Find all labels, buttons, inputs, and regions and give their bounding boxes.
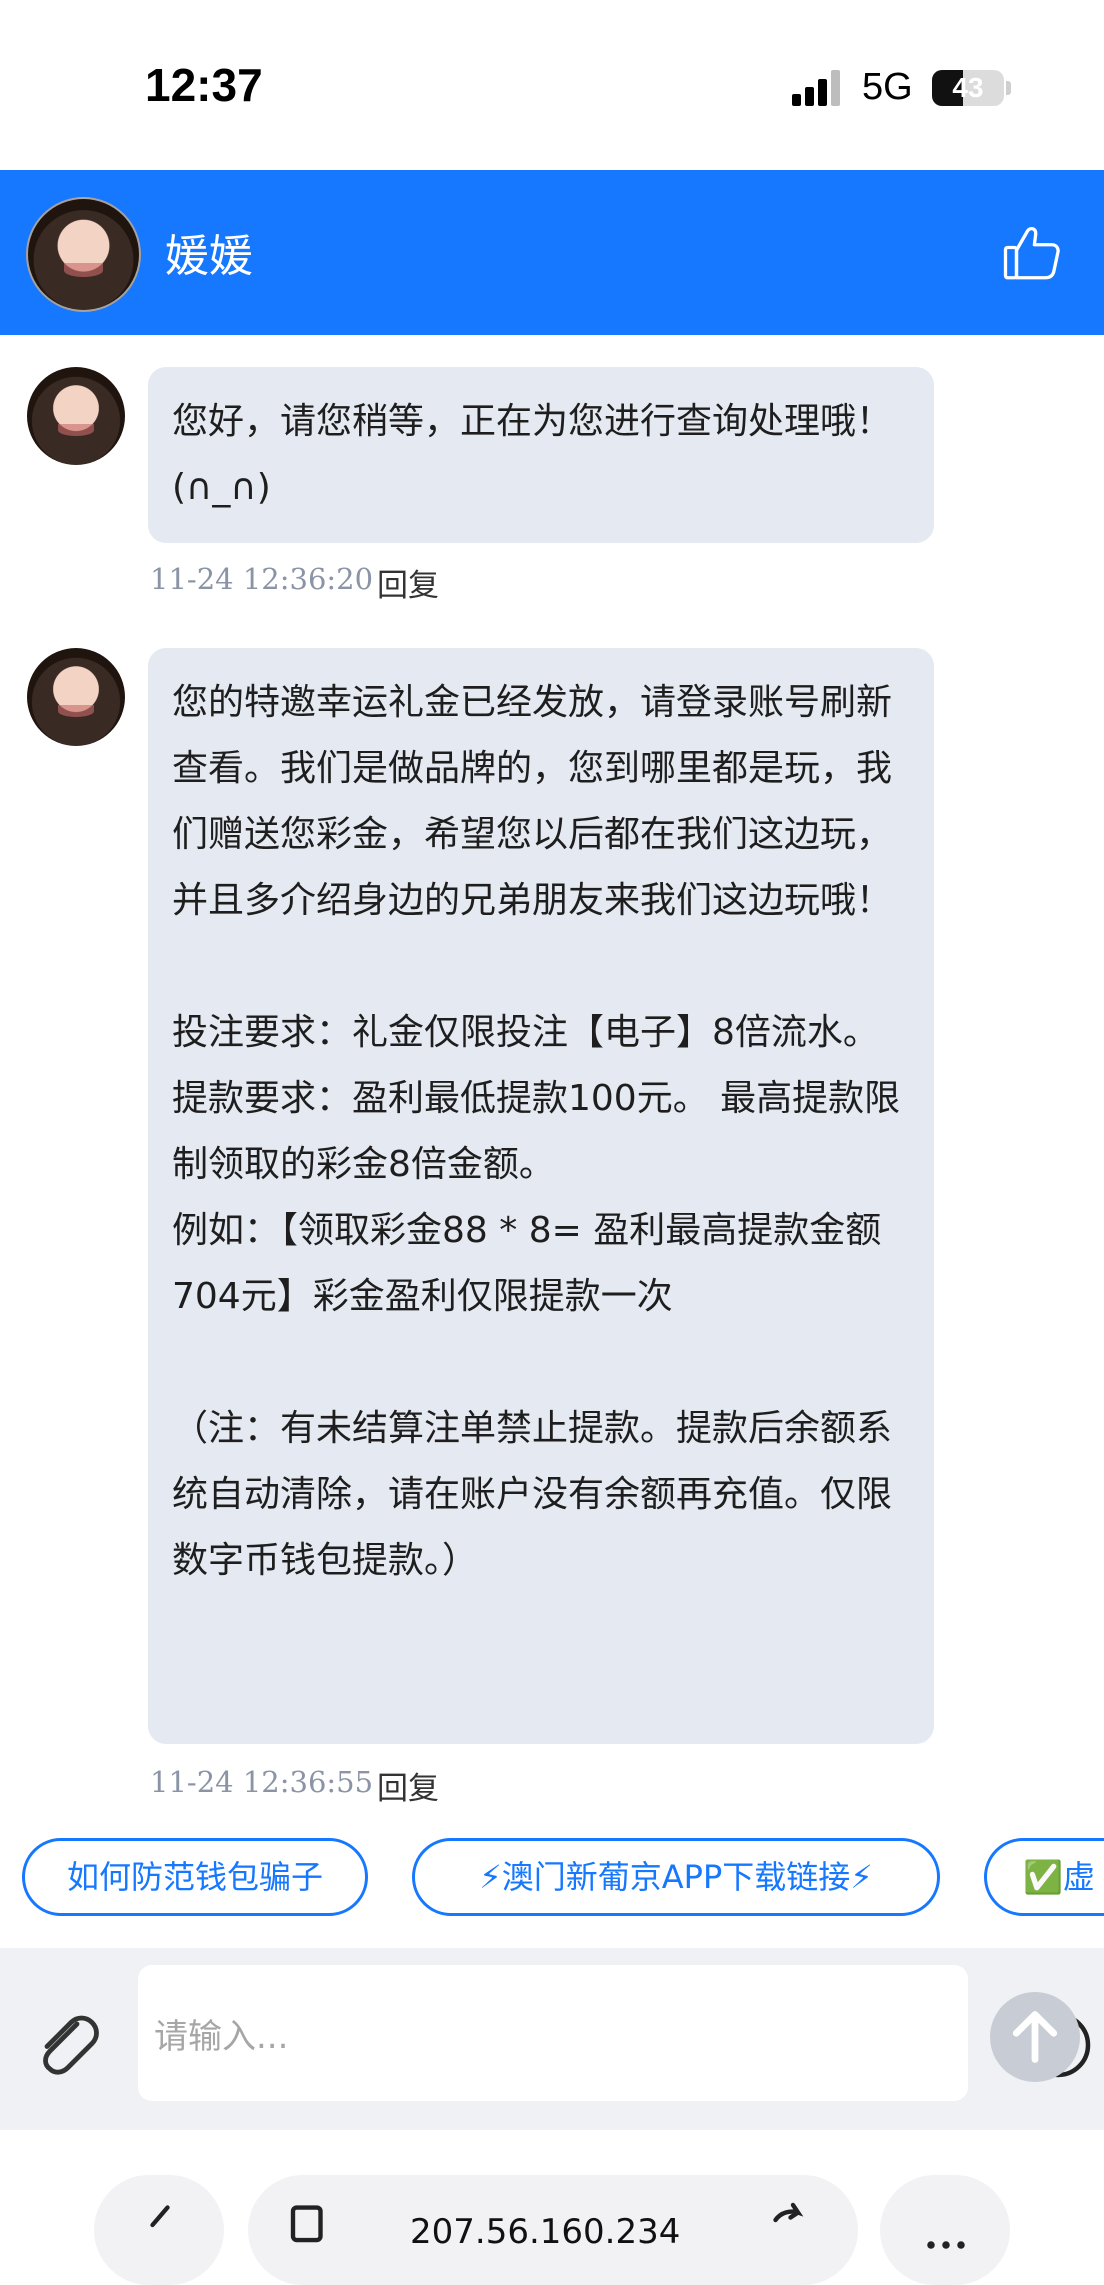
status-bar: 12:37 5G 43	[0, 0, 1104, 170]
more-button[interactable]	[880, 2175, 1010, 2285]
input-placeholder: 请输入...	[154, 2017, 289, 2057]
reply-button[interactable]: 回复	[377, 1763, 439, 1808]
battery-tip	[1006, 81, 1011, 95]
message-text: （注：有未结算注单禁止提款。提款后余额系统自动清除，请在账户没有余额再充值。仅限…	[172, 1408, 893, 1581]
paperclip-icon[interactable]	[32, 2006, 104, 2078]
input-bar: 请输入...	[0, 1948, 1104, 2130]
send-button[interactable]	[990, 1992, 1080, 2082]
message-bubble: 您的特邀幸运礼金已经发放，请登录账号刷新查看。我们是做品牌的，您到哪里都是玩，我…	[148, 648, 934, 1744]
url-text: 207.56.160.234	[410, 2212, 681, 2252]
message-text: 例如：【领取彩金88 * 8= 盈利最高提款金额704元】彩金盈利仅限提款一次	[172, 1210, 882, 1317]
message-text: 您好，请您稍等，正在为您进行查询处理哦！(∩_∩)	[172, 401, 893, 508]
quick-reply-chip[interactable]: ⚡澳门新葡京APP下载链接⚡	[412, 1838, 940, 1916]
more-dots-icon	[927, 2241, 965, 2249]
reply-button[interactable]: 回复	[377, 560, 439, 605]
message-text: 投注要求：礼金仅限投注【电子】8倍流水。	[172, 1012, 879, 1053]
thumbs-up-icon[interactable]	[1000, 220, 1066, 286]
agent-avatar[interactable]	[26, 197, 141, 312]
message-input[interactable]: 请输入...	[138, 1965, 1091, 2101]
quick-reply-chip[interactable]: ✅虚	[984, 1838, 1104, 1916]
message-timestamp: 11-24 12:36:55	[150, 1765, 374, 1799]
message-bubble: 您好，请您稍等，正在为您进行查询处理哦！(∩_∩)	[148, 367, 934, 543]
message-text: 您的特邀幸运礼金已经发放，请登录账号刷新查看。我们是做品牌的，您到哪里都是玩，我…	[172, 682, 893, 921]
back-arrow-icon	[150, 2205, 170, 2228]
chat-header: 媛媛	[0, 170, 1104, 335]
share-icon	[773, 2202, 804, 2223]
browser-toolbar: 207.56.160.234	[0, 2130, 1104, 2285]
message-avatar[interactable]	[27, 367, 125, 465]
message-text: 提款要求：盈利最低提款100元。 最高提款限制领取的彩金8倍金额。	[172, 1078, 901, 1185]
message-avatar[interactable]	[27, 648, 125, 746]
status-time: 12:37	[145, 59, 263, 111]
quick-reply-chip[interactable]: 如何防范钱包骗子	[22, 1838, 368, 1916]
agent-name: 媛媛	[165, 231, 253, 282]
arrow-up-icon	[1012, 2011, 1058, 2063]
battery-icon: 43	[932, 70, 1004, 106]
tab-icon	[290, 2205, 323, 2243]
battery-percent: 43	[952, 72, 984, 103]
quick-reply-bar: 如何防范钱包骗子 ⚡澳门新葡京APP下载链接⚡ ✅虚	[0, 1808, 1104, 1948]
network-type: 5G	[862, 66, 913, 108]
cellular-signal-icon	[792, 70, 842, 106]
back-button[interactable]	[94, 2175, 224, 2285]
message-timestamp: 11-24 12:36:20	[150, 562, 374, 596]
